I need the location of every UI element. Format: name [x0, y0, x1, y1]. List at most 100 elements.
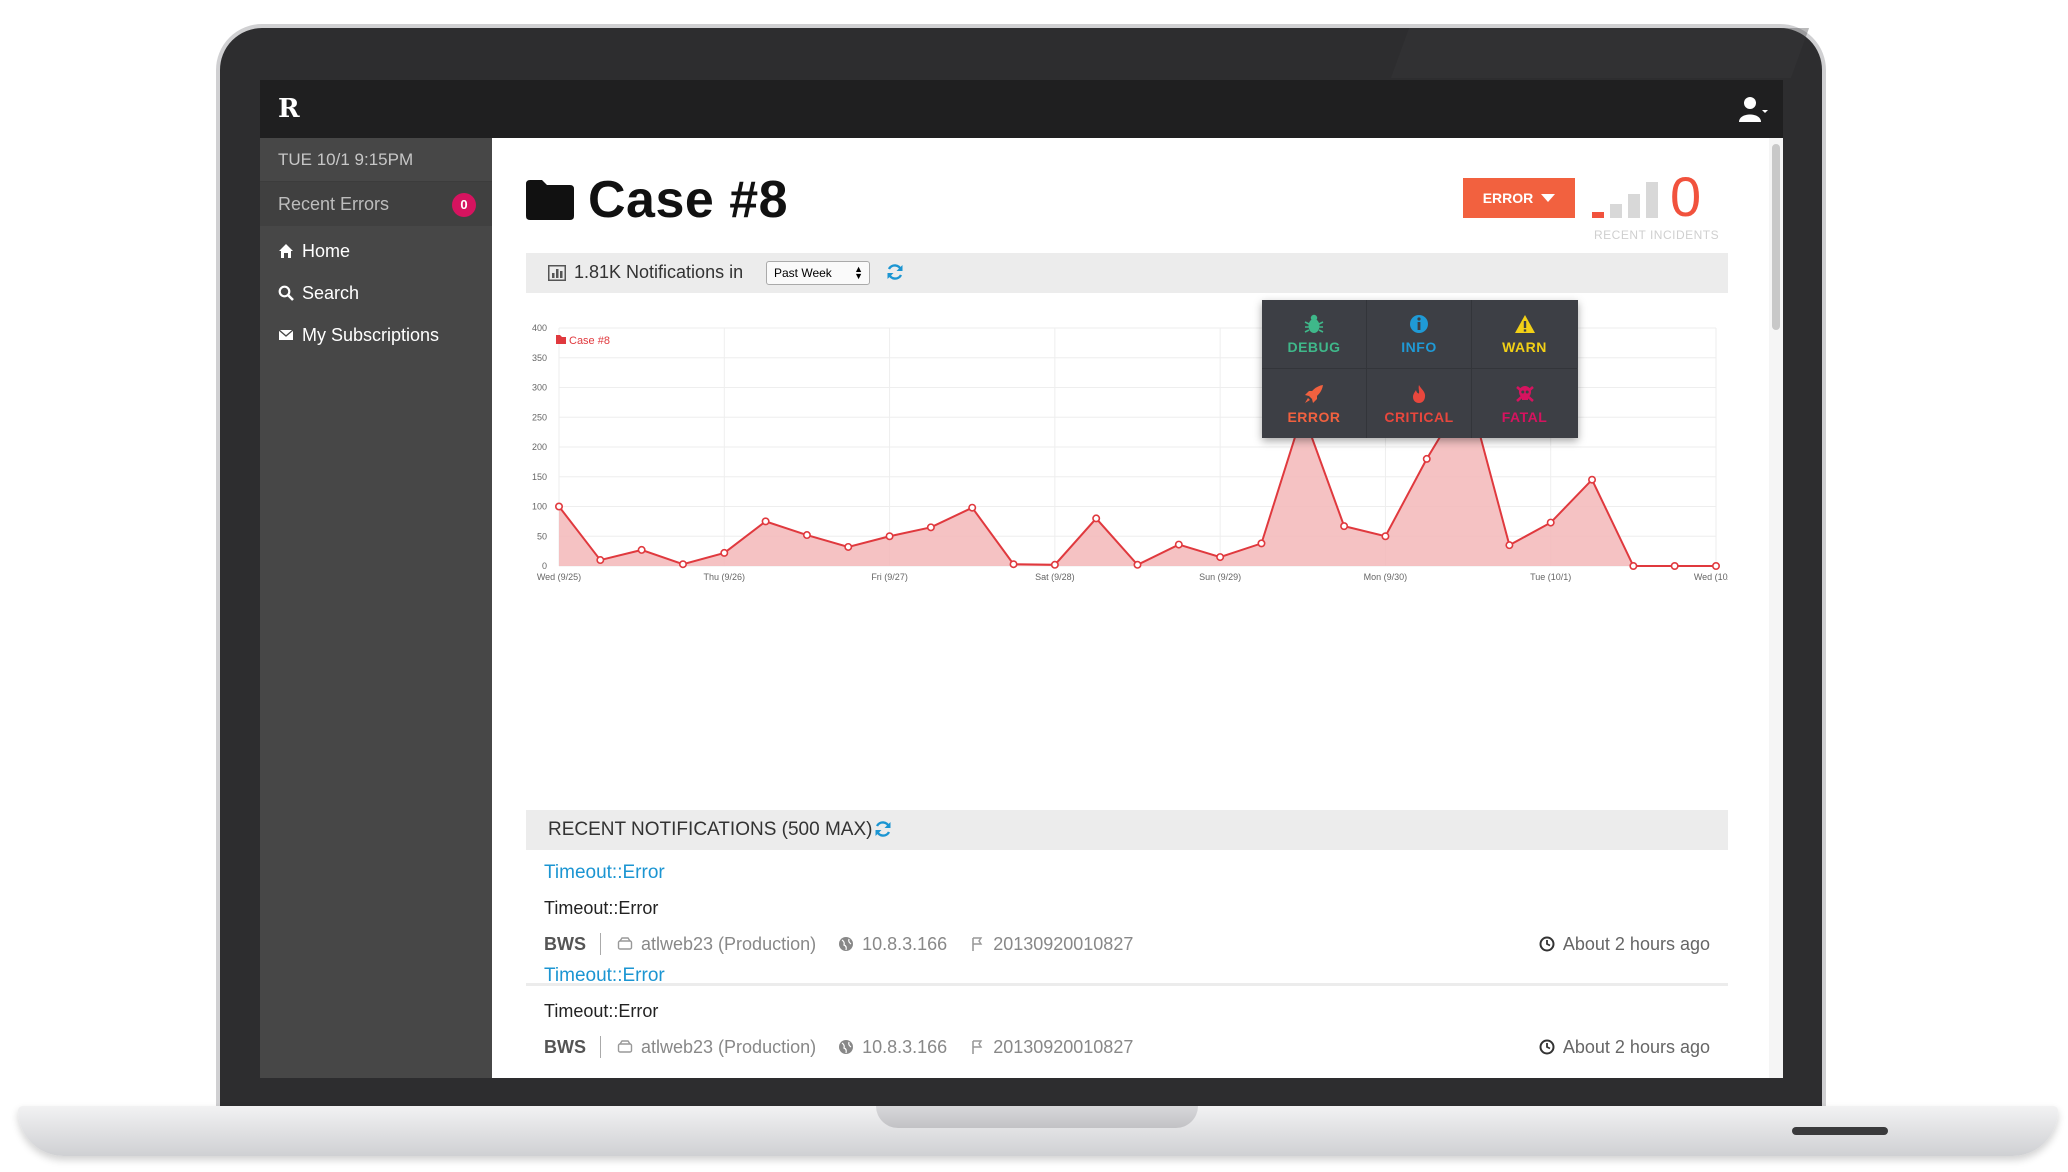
x-tick-label: Sun (9/29): [1199, 572, 1241, 582]
x-tick-label: Wed (10/2): [1694, 572, 1728, 582]
flag-icon: [972, 1040, 983, 1054]
y-tick-label: 50: [537, 531, 547, 541]
case-title: Case #8: [588, 171, 789, 229]
data-point: [1629, 562, 1638, 571]
notification-title-link[interactable]: Timeout::Error: [544, 965, 665, 987]
time-ago: About 2 hours ago: [1562, 1036, 1710, 1057]
x-tick-label: Mon (9/30): [1364, 572, 1408, 582]
y-tick-label: 100: [532, 502, 547, 512]
level-option-label: CRITICAL: [1384, 408, 1454, 425]
data-point: [554, 502, 563, 511]
notification-title-link[interactable]: Timeout::Error: [544, 862, 665, 884]
level-option-warn[interactable]: WARN: [1472, 300, 1577, 369]
recent-notifications-header: RECENT NOTIFICATIONS (500 MAX): [526, 810, 1728, 850]
fire-icon: [1413, 384, 1426, 403]
sidebar: TUE 10/1 9:15PM Recent Errors 0 Home Sea…: [260, 138, 492, 1078]
y-tick-label: 350: [532, 353, 547, 363]
scrollbar-thumb[interactable]: [1772, 144, 1780, 330]
data-point: [885, 532, 894, 541]
data-point: [1009, 560, 1018, 569]
recent-errors-link[interactable]: Recent Errors 0: [260, 182, 492, 226]
data-point: [678, 560, 687, 569]
level-option-label: FATAL: [1501, 408, 1548, 425]
current-datetime: TUE 10/1 9:15PM: [260, 138, 492, 182]
server-icon: [617, 937, 633, 950]
data-point: [1670, 562, 1679, 571]
notifications-bar: 1.81K Notifications in Past Week ▲ ▼: [526, 253, 1728, 293]
sidebar-item-label: Search: [302, 283, 360, 303]
incident-label: RECENT INCIDENTS: [1594, 228, 1720, 242]
data-point: [1216, 553, 1225, 562]
legend-label: Case #8: [569, 335, 610, 347]
laptop-mockup: R TUE 10/1 9:15PM Recent Errors 0 Home S…: [0, 0, 2068, 1172]
level-option-error[interactable]: ERROR: [1262, 369, 1367, 438]
data-point: [844, 542, 853, 551]
sidebar-item-search[interactable]: Search: [260, 272, 492, 314]
notification-item: Timeout::Error Timeout::Error BWS atlweb…: [526, 953, 1728, 1078]
data-point: [1381, 532, 1390, 541]
sidebar-item-subscriptions[interactable]: My Subscriptions: [260, 314, 492, 356]
data-point: [1712, 562, 1721, 571]
user-menu-icon[interactable]: [1739, 96, 1769, 122]
time-range-select[interactable]: Past Week ▲ ▼: [766, 261, 870, 285]
bar-chart-icon: [548, 265, 566, 281]
data-point: [1505, 541, 1514, 550]
app-logo[interactable]: R: [278, 94, 300, 124]
host-name: atlweb23 (Production): [641, 1036, 817, 1057]
level-option-label: WARN: [1502, 339, 1547, 355]
level-filter-label: ERROR: [1482, 190, 1534, 206]
data-point: [596, 556, 605, 565]
incident-count: 0: [1670, 165, 1702, 228]
data-point: [637, 545, 646, 554]
recent-errors-label: Recent Errors: [278, 194, 390, 214]
data-point: [720, 548, 729, 557]
laptop-notch: [876, 1106, 1198, 1128]
time-range-value: Past Week: [774, 266, 832, 280]
flag-icon: [972, 937, 983, 951]
page-title: Case #8: [526, 170, 788, 230]
sidebar-item-home[interactable]: Home: [260, 230, 492, 272]
data-point: [802, 531, 811, 540]
info-icon: [1410, 315, 1428, 333]
notifications-count: 1.81K Notifications in: [574, 262, 744, 282]
search-icon: [278, 285, 294, 301]
notification-message: Timeout::Error: [544, 1001, 659, 1021]
legend-folder-icon: [556, 335, 566, 344]
x-tick-label: Sat (9/28): [1035, 572, 1075, 582]
ip-address: 10.8.3.166: [862, 1036, 948, 1057]
folder-icon: [526, 180, 574, 220]
x-tick-label: Fri (9/27): [871, 572, 908, 582]
level-option-debug[interactable]: DEBUG: [1262, 300, 1367, 369]
data-point: [1422, 454, 1431, 463]
sidebar-item-label: Home: [302, 241, 351, 261]
sidebar-nav: Home Search My Subscriptions: [260, 226, 492, 356]
globe-icon: [839, 937, 854, 951]
chart-legend: Case #8: [556, 335, 610, 347]
level-option-info[interactable]: INFO: [1367, 300, 1472, 369]
envelope-icon: [278, 329, 294, 340]
app-screen: R TUE 10/1 9:15PM Recent Errors 0 Home S…: [260, 80, 1783, 1078]
refresh-icon[interactable]: [886, 263, 904, 281]
host-name: atlweb23 (Production): [641, 933, 817, 954]
scrollbar[interactable]: [1769, 138, 1783, 1078]
divider: [600, 1036, 601, 1058]
data-point: [1340, 522, 1349, 531]
notification-message: Timeout::Error: [544, 898, 659, 918]
globe-icon: [839, 1040, 854, 1054]
x-tick-label: Thu (9/26): [704, 572, 746, 582]
main-content: Case #8 ERROR 0 RECENT INCIDENTS 1.81K N…: [492, 138, 1783, 1078]
x-tick-label: Tue (10/1): [1530, 572, 1571, 582]
select-arrows-icon: ▲ ▼: [854, 264, 863, 281]
level-option-critical[interactable]: CRITICAL: [1367, 369, 1472, 438]
y-tick-label: 400: [532, 323, 547, 333]
y-tick-label: 250: [532, 412, 547, 422]
level-option-fatal[interactable]: FATAL: [1472, 369, 1577, 438]
refresh-icon[interactable]: [874, 820, 892, 838]
data-point: [1546, 518, 1555, 527]
recent-notifications-heading: RECENT NOTIFICATIONS (500 MAX): [548, 819, 873, 840]
notification-time: About 2 hours ago: [1539, 1035, 1710, 1059]
level-option-label: DEBUG: [1287, 339, 1341, 355]
level-filter-button[interactable]: ERROR: [1463, 178, 1575, 218]
y-tick-label: 200: [532, 442, 547, 452]
level-option-label: ERROR: [1287, 408, 1341, 425]
